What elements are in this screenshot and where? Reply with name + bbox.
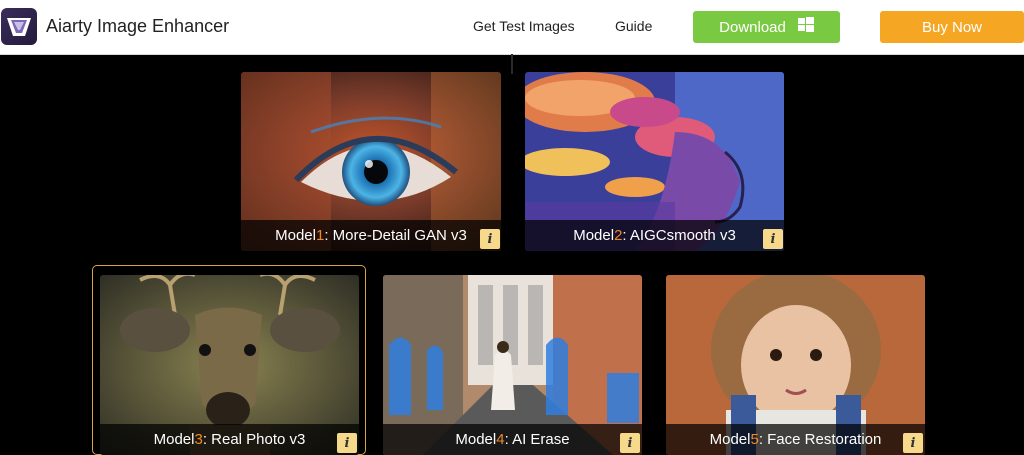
model-prefix: Model	[455, 431, 497, 448]
info-icon[interactable]: i	[480, 229, 500, 249]
model-card-4[interactable]: Model 4: AI Erase i	[383, 275, 642, 455]
model-4-caption: Model 4: AI Erase	[383, 424, 642, 455]
buy-now-label: Buy Now	[921, 18, 983, 36]
model-card-5[interactable]: Model 5: Face Restoration i	[666, 275, 925, 455]
download-button[interactable]: Download	[693, 11, 840, 43]
buy-now-button[interactable]: Buy Now	[880, 11, 1024, 43]
model-card-3[interactable]: Model 3: Real Photo v3 i	[100, 275, 359, 455]
scroll-divider	[511, 54, 513, 74]
model-number: 4	[496, 431, 505, 448]
model-prefix: Model	[275, 227, 316, 244]
brand-name[interactable]: Aiarty Image Enhancer	[46, 16, 229, 37]
model-number: 2	[614, 227, 623, 244]
model-prefix: Model	[709, 431, 751, 448]
model-card-2[interactable]: Model 2: AIGCsmooth v3 i	[525, 72, 784, 251]
model-5-caption: Model 5: Face Restoration	[666, 424, 925, 455]
model-name: : Real Photo v3	[202, 431, 306, 448]
model-number: 1	[315, 227, 325, 244]
model-name: : AIGCsmooth v3	[622, 227, 736, 244]
nav-get-test-images[interactable]: Get Test Images	[473, 18, 575, 34]
top-header: Aiarty Image Enhancer Get Test Images Gu…	[0, 0, 1024, 55]
info-icon[interactable]: i	[620, 433, 640, 453]
nav-guide[interactable]: Guide	[615, 18, 652, 34]
windows-icon	[797, 17, 814, 37]
model-prefix: Model	[153, 431, 195, 448]
model-name: : More-Detail GAN v3	[324, 227, 467, 244]
model-number: 5	[750, 431, 759, 448]
model-name: : Face Restoration	[758, 431, 882, 448]
model-card-1[interactable]: Model 1: More-Detail GAN v3 i	[241, 72, 501, 251]
info-icon[interactable]: i	[763, 229, 783, 249]
download-label: Download	[719, 18, 786, 36]
info-icon[interactable]: i	[903, 433, 923, 453]
model-2-caption: Model 2: AIGCsmooth v3	[525, 220, 784, 251]
model-3-caption: Model 3: Real Photo v3	[100, 424, 359, 455]
model-number: 3	[194, 431, 203, 448]
aiarty-logo-icon[interactable]	[1, 8, 37, 45]
model-prefix: Model	[573, 227, 615, 244]
model-name: : AI Erase	[504, 431, 570, 448]
info-icon[interactable]: i	[337, 433, 357, 453]
model-1-caption: Model 1: More-Detail GAN v3	[241, 220, 501, 251]
